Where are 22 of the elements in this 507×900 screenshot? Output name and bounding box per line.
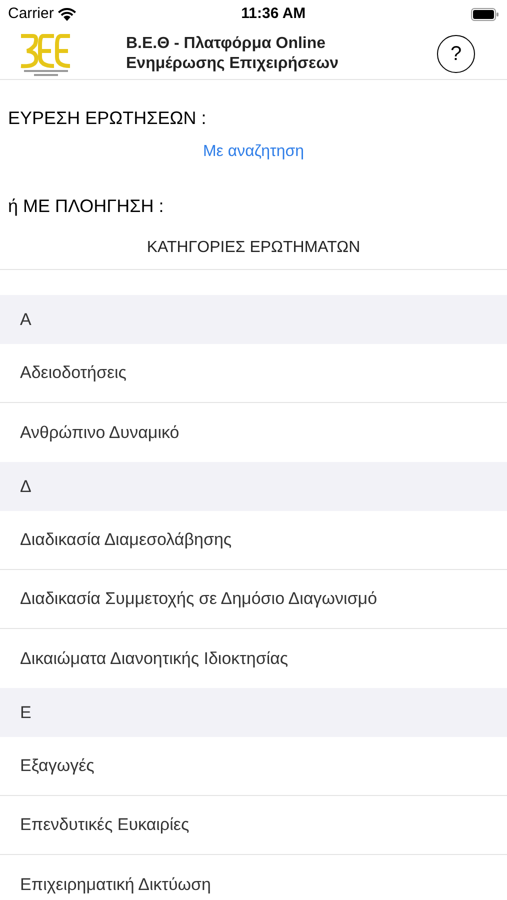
- section-header: Α: [0, 295, 507, 344]
- category-row[interactable]: Δικαιώματα Διανοητικής Ιδιοκτησίας: [0, 629, 507, 688]
- category-row[interactable]: Διαδικασία Διαμεσολάβησης: [0, 511, 507, 570]
- status-time: 11:36 AM: [241, 4, 306, 24]
- category-row[interactable]: Αδειοδοτήσεις: [0, 344, 507, 403]
- wifi-icon: [58, 8, 76, 20]
- category-row[interactable]: Διαδικασία Συμμετοχής σε Δημόσιο Διαγωνισμό: [0, 570, 507, 629]
- help-button[interactable]: ?: [437, 34, 475, 72]
- browse-heading: ή ΜΕ ΠΛΟΗΓΗΣΗ :: [8, 194, 164, 218]
- app-title: Β.Ε.Θ - Πλατφόρμα Online: [126, 34, 327, 54]
- app-subtitle: Ενημέρωσης Επιχειρήσεων: [126, 54, 338, 74]
- category-row[interactable]: Ανθρώπινο Δυναμικό: [0, 403, 507, 462]
- category-row[interactable]: Επενδυτικές Ευκαιρίες: [0, 796, 507, 855]
- search-heading: ΕΥΡΕΣΗ ΕΡΩΤΗΣΕΩΝ :: [8, 108, 206, 128]
- section-header: Δ: [0, 462, 507, 511]
- category-row[interactable]: Επιχειρηματική Δικτύωση: [0, 855, 507, 900]
- battery-icon: [470, 8, 499, 20]
- search-link[interactable]: Με αναζητηση: [202, 140, 304, 164]
- category-row[interactable]: Εξαγωγές: [0, 737, 507, 796]
- categories-title: ΚΑΤΗΓΟΡΙΕΣ ΕΡΩΤΗΜΑΤΩΝ: [146, 238, 360, 258]
- carrier-label: Carrier: [8, 4, 54, 24]
- section-header: Ε: [0, 688, 507, 737]
